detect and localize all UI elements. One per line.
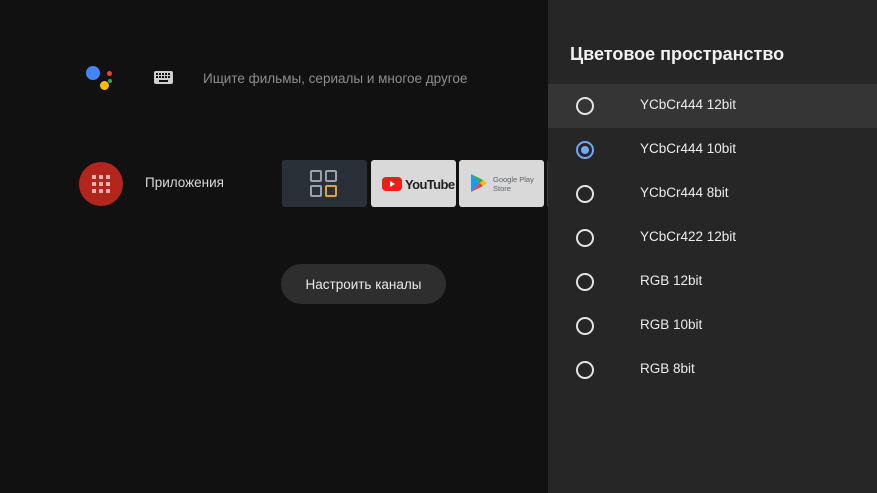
google-play-icon: [471, 174, 487, 192]
google-play-label: Google Play Store: [493, 175, 534, 193]
android-tv-home: Ищите фильмы, сериалы и многое другое Пр…: [0, 0, 877, 493]
radio-checked-icon[interactable]: [576, 141, 594, 159]
radio-unchecked-icon[interactable]: [576, 273, 594, 291]
color-space-option[interactable]: RGB 12bit: [548, 260, 877, 304]
radio-unchecked-icon[interactable]: [576, 317, 594, 335]
radio-unchecked-icon[interactable]: [576, 97, 594, 115]
color-space-option[interactable]: RGB 8bit: [548, 348, 877, 392]
color-space-panel: Цветовое пространство YCbCr444 12bit YCbC…: [548, 0, 877, 493]
color-space-option[interactable]: YCbCr422 12bit: [548, 216, 877, 260]
color-space-option-label: YCbCr422 12bit: [640, 229, 737, 244]
app-tile-launcher[interactable]: [282, 160, 367, 207]
apps-grid-icon: [92, 175, 110, 193]
color-space-option-label: YCbCr444 12bit: [640, 97, 737, 112]
youtube-icon: [382, 177, 402, 191]
apps-label: Приложения: [145, 175, 224, 190]
google-play-line2: Store: [493, 184, 511, 193]
app-grid-tile-icon: [310, 170, 337, 197]
color-space-option-label: RGB 8bit: [640, 361, 695, 376]
radio-unchecked-icon[interactable]: [576, 361, 594, 379]
google-play-line1: Google Play: [493, 175, 534, 184]
color-space-option[interactable]: RGB 10bit: [548, 304, 877, 348]
keyboard-icon[interactable]: [154, 71, 173, 84]
color-space-option[interactable]: YCbCr444 8bit: [548, 172, 877, 216]
search-input[interactable]: Ищите фильмы, сериалы и многое другое: [203, 70, 523, 88]
color-space-option[interactable]: YCbCr444 12bit: [548, 84, 877, 128]
youtube-wordmark: YouTube: [405, 176, 455, 192]
panel-title: Цветовое пространство: [570, 44, 785, 64]
color-space-option[interactable]: YCbCr444 10bit: [548, 128, 877, 172]
color-space-option-label: YCbCr444 8bit: [640, 185, 729, 200]
google-assistant-icon[interactable]: [84, 64, 118, 94]
apps-button[interactable]: [79, 162, 123, 206]
radio-unchecked-icon[interactable]: [576, 185, 594, 203]
app-tile-youtube[interactable]: YouTube: [371, 160, 456, 207]
color-space-option-label: RGB 10bit: [640, 317, 703, 332]
radio-unchecked-icon[interactable]: [576, 229, 594, 247]
color-space-option-label: YCbCr444 10bit: [640, 141, 737, 156]
color-space-options: YCbCr444 12bit YCbCr444 10bit YCbCr444 8bi…: [548, 84, 877, 392]
color-space-option-label: RGB 12bit: [640, 273, 703, 288]
customize-channels-button[interactable]: Настроить каналы: [281, 264, 446, 304]
app-tile-google-play[interactable]: Google Play Store: [459, 160, 544, 207]
